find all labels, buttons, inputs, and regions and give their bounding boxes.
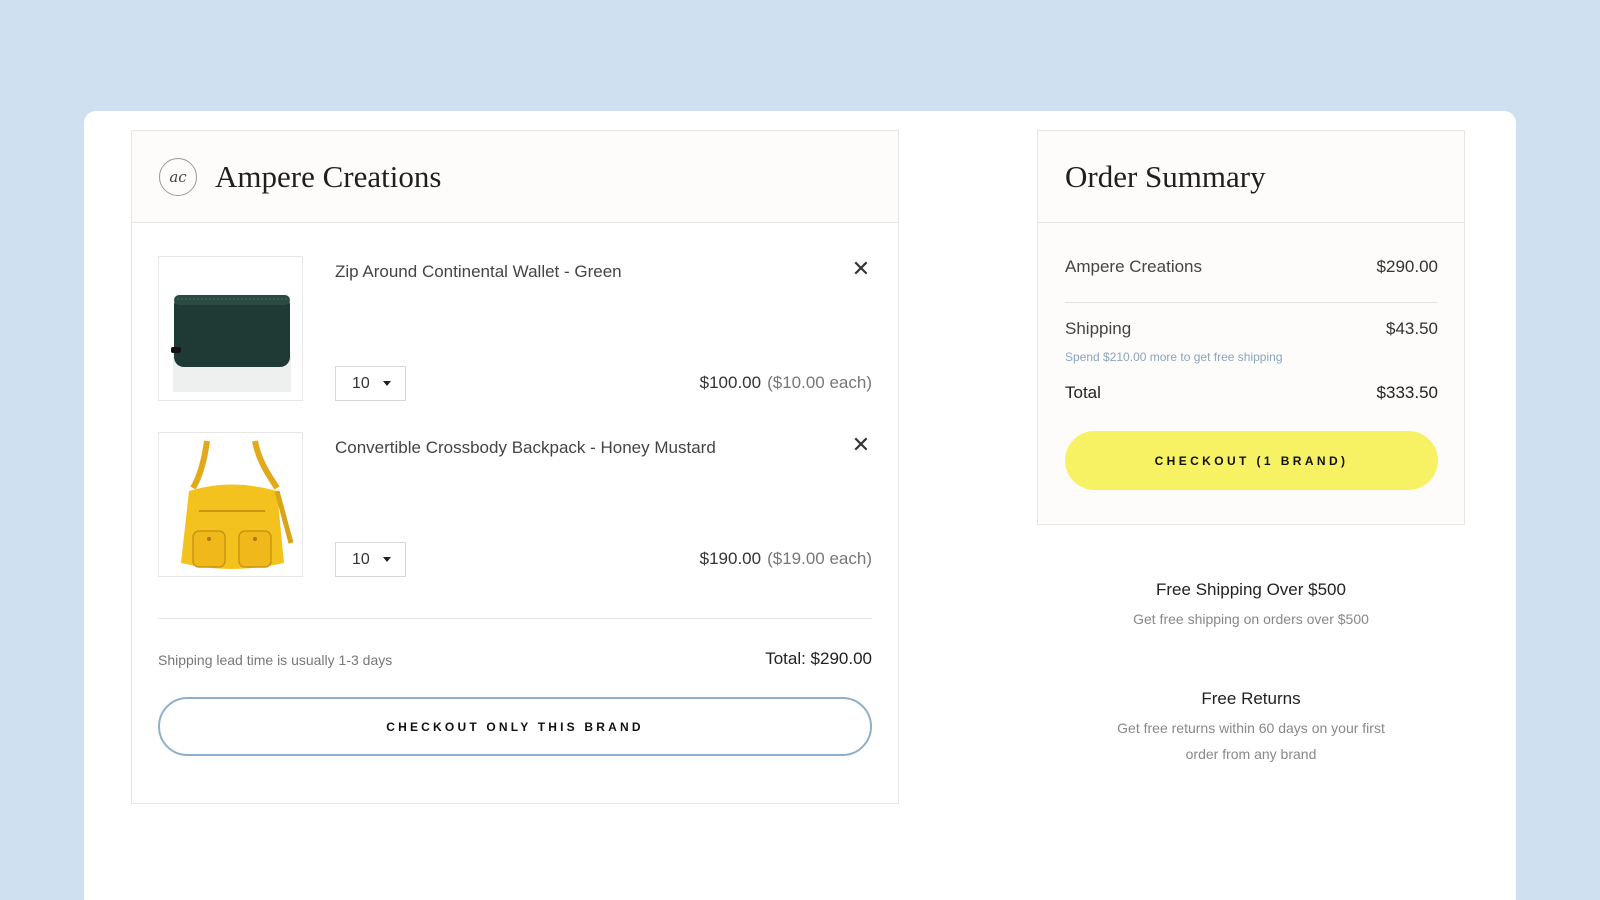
brand-logo-text: ac bbox=[169, 167, 187, 186]
item-unit-price: ($19.00 each) bbox=[767, 549, 872, 568]
green-wallet-icon[interactable] bbox=[158, 256, 303, 401]
perk-title: Free Shipping Over $500 bbox=[1156, 580, 1346, 599]
perk-description: Get free returns within 60 days on your … bbox=[1037, 715, 1465, 767]
perk-title: Free Returns bbox=[1201, 689, 1301, 708]
summary-shipping-amount: $43.50 bbox=[1386, 319, 1438, 338]
divider bbox=[158, 618, 872, 619]
order-summary-title: Order Summary bbox=[1038, 131, 1464, 223]
checkout-button[interactable]: CHECKOUT (1 BRAND) bbox=[1065, 431, 1438, 490]
free-shipping-note: Spend $210.00 more to get free shipping bbox=[1065, 350, 1283, 364]
item-title[interactable]: Convertible Crossbody Backpack - Honey M… bbox=[335, 438, 716, 458]
brand-cart-card: ac Ampere Creations Zip Around Continent… bbox=[131, 130, 899, 804]
summary-total-row: Total $333.50 bbox=[1065, 383, 1438, 403]
item-line-total: $100.00 bbox=[699, 373, 762, 392]
cart-item: Convertible Crossbody Backpack - Honey M… bbox=[158, 432, 872, 578]
summary-brand-label: Ampere Creations bbox=[1065, 257, 1203, 276]
chevron-down-icon bbox=[383, 381, 391, 386]
perk-description-line: Get free returns within 60 days on your … bbox=[1117, 720, 1385, 736]
checkout-brand-button[interactable]: CHECKOUT ONLY THIS BRAND bbox=[158, 697, 872, 756]
summary-shipping-label: Shipping bbox=[1065, 319, 1132, 338]
shipping-lead-time: Shipping lead time is usually 1-3 days bbox=[158, 652, 393, 668]
yellow-bag-icon[interactable] bbox=[158, 432, 303, 577]
brand-logo: ac bbox=[159, 157, 197, 196]
perk-description-line: order from any brand bbox=[1185, 746, 1317, 762]
free-returns-perk: Free Returns Get free returns within 60 … bbox=[1037, 689, 1465, 767]
remove-item-icon[interactable]: ✕ bbox=[850, 434, 872, 456]
brand-total: Total: $290.00 bbox=[765, 649, 872, 668]
quantity-select[interactable]: 10 bbox=[335, 542, 406, 577]
brand-name: Ampere Creations bbox=[215, 158, 442, 194]
quantity-select[interactable]: 10 bbox=[335, 366, 406, 401]
summary-total-label: Total bbox=[1065, 383, 1101, 402]
quantity-value: 10 bbox=[352, 374, 370, 392]
item-line-total: $190.00 bbox=[699, 549, 762, 568]
summary-brand-amount: $290.00 bbox=[1376, 257, 1438, 276]
item-unit-price: ($10.00 each) bbox=[767, 373, 872, 392]
item-title[interactable]: Zip Around Continental Wallet - Green bbox=[335, 262, 622, 282]
summary-total-amount: $333.50 bbox=[1376, 383, 1438, 402]
quantity-value: 10 bbox=[352, 550, 370, 568]
summary-shipping-row: Shipping $43.50 bbox=[1065, 319, 1438, 339]
item-price: $100.00 ($10.00 each) bbox=[700, 373, 872, 393]
order-summary-card: Order Summary Ampere Creations $290.00 S… bbox=[1037, 130, 1465, 525]
perk-description: Get free shipping on orders over $500 bbox=[1133, 611, 1369, 627]
cart-item: Zip Around Continental Wallet - Green ✕ … bbox=[158, 256, 872, 402]
divider bbox=[1065, 302, 1438, 303]
brand-header: ac Ampere Creations bbox=[132, 131, 898, 223]
summary-brand-row: Ampere Creations $290.00 bbox=[1065, 257, 1438, 277]
remove-item-icon[interactable]: ✕ bbox=[850, 258, 872, 280]
chevron-down-icon bbox=[383, 557, 391, 562]
item-price: $190.00 ($19.00 each) bbox=[700, 549, 872, 569]
free-shipping-perk: Free Shipping Over $500 Get free shippin… bbox=[1037, 580, 1465, 632]
